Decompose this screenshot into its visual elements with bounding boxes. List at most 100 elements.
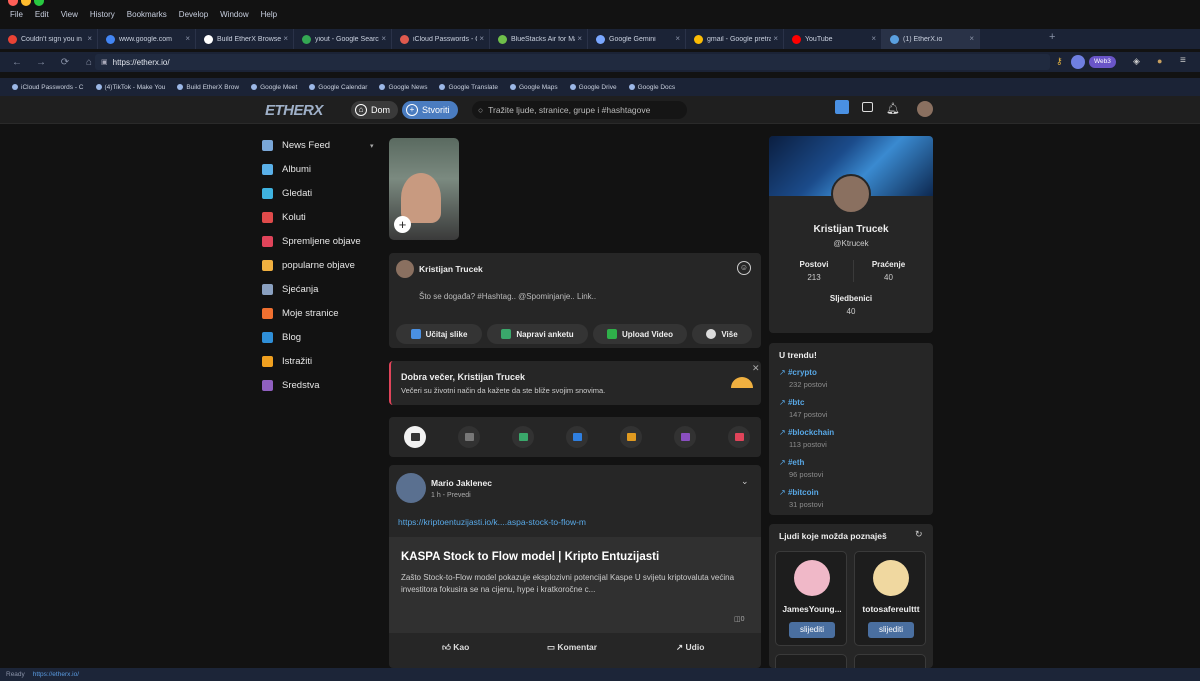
trending-hashtag[interactable]: #crypto bbox=[788, 368, 817, 377]
text-filter-button[interactable] bbox=[458, 426, 480, 448]
music-filter-button[interactable] bbox=[620, 426, 642, 448]
sidebar-item[interactable]: Istražiti bbox=[262, 351, 312, 371]
menu-view[interactable]: View bbox=[61, 10, 78, 19]
sidebar-item[interactable]: Koluti bbox=[262, 207, 306, 227]
trending-hashtag[interactable]: #eth bbox=[788, 458, 804, 467]
like-button[interactable]: 👍︎ Kao bbox=[442, 642, 469, 653]
menu-develop[interactable]: Develop bbox=[179, 10, 208, 19]
url-input[interactable]: ▣ https://etherx.io/ bbox=[95, 54, 1050, 70]
sidebar-item[interactable]: News Feed bbox=[262, 135, 330, 155]
bookmark-item[interactable]: Google Docs bbox=[628, 84, 675, 91]
home-button[interactable]: ⌂ Dom bbox=[351, 101, 399, 119]
news-feed-dropdown-icon[interactable]: ▾ bbox=[370, 142, 374, 150]
menu-bookmarks[interactable]: Bookmarks bbox=[127, 10, 167, 19]
menu-help[interactable]: Help bbox=[261, 10, 277, 19]
browser-tab[interactable]: gmail - Google pretraživanje× bbox=[686, 29, 784, 49]
close-greeting-icon[interactable]: ✕ bbox=[752, 363, 760, 374]
close-tab-icon[interactable]: × bbox=[87, 34, 92, 43]
close-tab-icon[interactable]: × bbox=[871, 34, 876, 43]
extension-icon[interactable] bbox=[1071, 55, 1085, 69]
trending-hashtag[interactable]: #btc bbox=[788, 398, 804, 407]
browser-tab[interactable]: YouTube × bbox=[784, 29, 882, 49]
sidebar-item[interactable]: Albumi bbox=[262, 159, 311, 179]
bookmark-item[interactable]: Google Translate bbox=[439, 84, 498, 91]
menu-window[interactable]: Window bbox=[220, 10, 248, 19]
trending-item[interactable]: ↗ #blockchain 113 postovi bbox=[779, 428, 834, 449]
sidebar-item[interactable]: Sredstva bbox=[262, 375, 320, 395]
sidebar-item[interactable]: Blog bbox=[262, 327, 301, 347]
follow-button[interactable]: slijediti bbox=[868, 622, 914, 638]
post-author-avatar[interactable] bbox=[396, 473, 426, 503]
sidebar-item[interactable]: Moje stranice bbox=[262, 303, 339, 323]
browser-tab[interactable]: Google Gemini × bbox=[588, 29, 686, 49]
post-options-chevron-icon[interactable]: ⌄ bbox=[741, 476, 749, 487]
wallet-icon[interactable]: ● bbox=[1157, 56, 1162, 66]
sidebar-item[interactable]: Spremljene objave bbox=[262, 231, 361, 251]
new-tab-button[interactable]: + bbox=[1049, 31, 1055, 43]
close-tab-icon[interactable]: × bbox=[283, 34, 288, 43]
video-filter-button[interactable] bbox=[566, 426, 588, 448]
bookmark-item[interactable]: Google Calendar bbox=[309, 84, 367, 91]
key-icon[interactable]: ⚷ bbox=[1056, 56, 1063, 67]
create-poll-button[interactable]: Napravi anketu bbox=[487, 324, 588, 344]
followers-stat[interactable]: Sljedbenici 40 bbox=[769, 294, 933, 316]
reload-icon[interactable]: ⟳ bbox=[58, 57, 72, 68]
forward-icon[interactable]: → bbox=[34, 57, 48, 68]
close-tab-icon[interactable]: × bbox=[479, 34, 484, 43]
following-stat[interactable]: Praćenje 40 bbox=[853, 260, 923, 282]
close-tab-icon[interactable]: × bbox=[577, 34, 582, 43]
emoji-icon[interactable]: ☺ bbox=[737, 261, 751, 275]
trending-hashtag[interactable]: #bitcoin bbox=[788, 488, 819, 497]
browser-tab[interactable]: yiout - Google Search × bbox=[294, 29, 392, 49]
link-preview-card[interactable]: KASPA Stock to Flow model | Kripto Entuz… bbox=[389, 537, 761, 633]
bookmark-item[interactable]: Google Meet bbox=[251, 84, 297, 91]
home-icon[interactable]: ⌂ bbox=[82, 57, 96, 68]
photo-filter-button[interactable] bbox=[512, 426, 534, 448]
more-button[interactable]: Više bbox=[692, 324, 752, 344]
notification-bell-icon[interactable]: 🔔︎ bbox=[886, 102, 900, 115]
browser-tab[interactable]: BlueStacks Air for Mac × bbox=[490, 29, 588, 49]
browser-tab[interactable]: Couldn't sign you in × bbox=[0, 29, 98, 49]
trending-item[interactable]: ↗ #bitcoin 31 postovi bbox=[779, 488, 823, 509]
bookmark-item[interactable]: (4)TikTok - Make You bbox=[95, 84, 165, 91]
sidebar-item[interactable]: Gledati bbox=[262, 183, 312, 203]
close-tab-icon[interactable]: × bbox=[675, 34, 680, 43]
browser-tab[interactable]: www.google.com × bbox=[98, 29, 196, 49]
web3-badge[interactable]: Web3 bbox=[1089, 56, 1116, 68]
suggested-person-card[interactable]: JamesYoung... slijediti bbox=[775, 551, 847, 646]
trending-item[interactable]: ↗ #crypto 232 postovi bbox=[779, 368, 827, 389]
close-tab-icon[interactable]: × bbox=[773, 34, 778, 43]
all-posts-filter-button[interactable] bbox=[404, 426, 426, 448]
upload-video-button[interactable]: Upload Video bbox=[593, 324, 687, 344]
share-button[interactable]: ↗ Udio bbox=[676, 642, 704, 653]
etherx-logo[interactable]: ETHERX bbox=[265, 102, 323, 119]
profile-name[interactable]: Kristijan Trucek bbox=[769, 224, 933, 235]
post-link[interactable]: https://kriptoentuzijasti.io/k....aspa-s… bbox=[398, 517, 586, 527]
live-filter-button[interactable] bbox=[728, 426, 750, 448]
close-tab-icon[interactable]: × bbox=[969, 34, 974, 43]
suggested-person-card[interactable] bbox=[854, 654, 926, 668]
create-button[interactable]: + Stvoriti bbox=[402, 101, 458, 119]
trending-hashtag[interactable]: #blockchain bbox=[788, 428, 834, 437]
bookmark-item[interactable]: iCloud Passwords - C bbox=[12, 84, 84, 91]
suggested-person-card[interactable]: totosafereulttt slijediti bbox=[854, 551, 926, 646]
close-tab-icon[interactable]: × bbox=[185, 34, 190, 43]
bookmark-item[interactable]: Google Drive bbox=[569, 84, 617, 91]
user-avatar[interactable] bbox=[917, 101, 933, 117]
bookmark-item[interactable]: Google Maps bbox=[509, 84, 558, 91]
back-icon[interactable]: ← bbox=[10, 57, 24, 68]
add-story-icon[interactable]: + bbox=[394, 216, 411, 233]
sidebar-item[interactable]: popularne objave bbox=[262, 255, 355, 275]
suggested-person-card[interactable] bbox=[775, 654, 847, 668]
comment-button[interactable]: ▭ Komentar bbox=[547, 642, 597, 653]
upload-images-button[interactable]: Učitaj slike bbox=[396, 324, 482, 344]
refresh-icon[interactable]: ↻ bbox=[915, 529, 923, 540]
sidebar-item[interactable]: Sjećanja bbox=[262, 279, 318, 299]
close-tab-icon[interactable]: × bbox=[381, 34, 386, 43]
trending-item[interactable]: ↗ #btc 147 postovi bbox=[779, 398, 827, 419]
browser-tab[interactable]: Build EtherX Browser - W...× bbox=[196, 29, 294, 49]
menu-file[interactable]: File bbox=[10, 10, 23, 19]
post-author-name[interactable]: Mario Jaklenec bbox=[431, 478, 492, 488]
browser-tab[interactable]: (1) EtherX.io × bbox=[882, 29, 980, 49]
browser-tab[interactable]: iCloud Passwords - Chrome ...× bbox=[392, 29, 490, 49]
